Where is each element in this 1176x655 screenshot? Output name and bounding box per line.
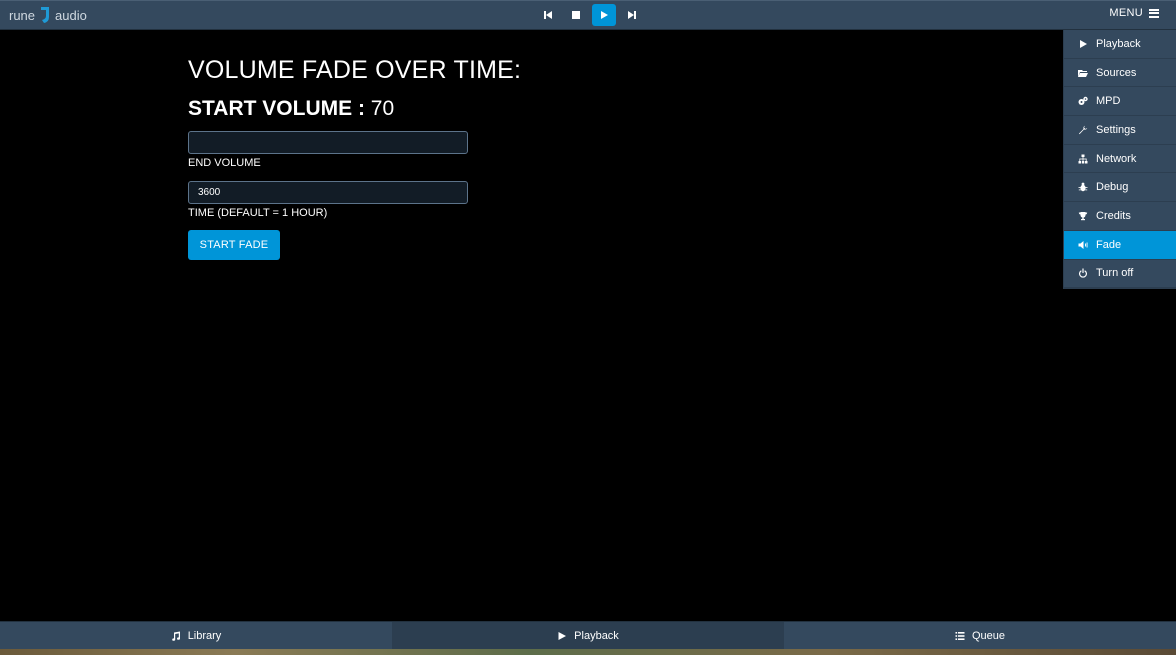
menu-item-label: Fade bbox=[1096, 238, 1122, 251]
list-icon bbox=[955, 631, 965, 640]
power-icon bbox=[1076, 267, 1090, 279]
next-icon bbox=[628, 11, 636, 19]
rune-audio-logo[interactable]: rune audio bbox=[9, 5, 87, 25]
end-volume-label: END VOLUME bbox=[188, 157, 261, 169]
previous-icon bbox=[544, 11, 552, 19]
menu-toggle-button[interactable]: MENU bbox=[1109, 7, 1159, 19]
menu-item-label: Credits bbox=[1096, 209, 1131, 222]
start-volume-heading: START VOLUME : 70 bbox=[188, 97, 688, 123]
volume-icon bbox=[1076, 239, 1090, 251]
logo-text-rune: rune bbox=[9, 7, 36, 23]
music-icon bbox=[171, 631, 180, 641]
previous-button[interactable] bbox=[536, 4, 560, 26]
menu-item-label: Settings bbox=[1096, 123, 1136, 136]
sitemap-icon bbox=[1076, 153, 1090, 165]
menu-item-label: Turn off bbox=[1096, 267, 1134, 280]
menu-item-fade[interactable]: Fade bbox=[1064, 230, 1176, 260]
menu-item-turn-off[interactable]: Turn off bbox=[1064, 260, 1176, 289]
stop-button[interactable] bbox=[564, 4, 588, 26]
trophy-icon bbox=[1076, 210, 1090, 222]
play-button[interactable] bbox=[592, 4, 616, 26]
stop-icon bbox=[572, 11, 580, 19]
menu-item-credits[interactable]: Credits bbox=[1064, 202, 1176, 231]
bug-icon bbox=[1076, 181, 1090, 193]
wrench-icon bbox=[1076, 124, 1090, 136]
logo-text-audio: audio bbox=[55, 7, 87, 23]
transport-controls bbox=[536, 4, 644, 26]
start-volume-value: 70 bbox=[370, 97, 395, 120]
time-input[interactable] bbox=[188, 181, 468, 204]
menu-item-playback[interactable]: Playback bbox=[1064, 30, 1176, 59]
bottom-navbar: Library Playback Queue bbox=[0, 621, 1176, 649]
menu-item-mpd[interactable]: MPD bbox=[1064, 87, 1176, 117]
os-taskbar-strip bbox=[0, 649, 1176, 655]
tab-library-label: Library bbox=[187, 629, 222, 642]
menu-item-settings[interactable]: Settings bbox=[1064, 116, 1176, 145]
cogs-icon bbox=[1076, 95, 1090, 107]
main-menu-dropdown: Playback Sources MPD Settings Network De… bbox=[1063, 30, 1176, 290]
menu-item-label: Network bbox=[1096, 152, 1137, 165]
tab-playback[interactable]: Playback bbox=[392, 622, 784, 649]
play-icon bbox=[1076, 38, 1090, 50]
play-icon bbox=[601, 11, 608, 19]
menu-item-label: Debug bbox=[1096, 181, 1129, 194]
page-title: VOLUME FADE OVER TIME: bbox=[188, 56, 522, 84]
start-fade-button[interactable]: START FADE bbox=[188, 230, 280, 260]
menu-item-debug[interactable]: Debug bbox=[1064, 173, 1176, 203]
tab-queue-label: Queue bbox=[971, 629, 1006, 642]
play-icon bbox=[558, 631, 567, 640]
menu-item-sources[interactable]: Sources bbox=[1064, 59, 1176, 88]
menu-item-network[interactable]: Network bbox=[1064, 145, 1176, 174]
tab-library[interactable]: Library bbox=[0, 622, 392, 649]
menu-item-label: Sources bbox=[1096, 66, 1137, 79]
menu-label: MENU bbox=[1109, 7, 1143, 19]
start-volume-label: START VOLUME : bbox=[188, 97, 365, 120]
rune-logo-icon bbox=[38, 5, 52, 25]
hamburger-icon bbox=[1149, 8, 1159, 18]
time-label: TIME (DEFAULT = 1 HOUR) bbox=[188, 207, 328, 219]
folder-open-icon bbox=[1076, 67, 1090, 79]
menu-item-label: MPD bbox=[1096, 95, 1121, 108]
menu-item-label: Playback bbox=[1096, 37, 1141, 50]
fade-panel: VOLUME FADE OVER TIME: START VOLUME : 70… bbox=[188, 56, 688, 260]
top-navbar: rune audio MENU bbox=[0, 0, 1176, 30]
next-button[interactable] bbox=[620, 4, 644, 26]
tab-queue[interactable]: Queue bbox=[784, 622, 1176, 649]
tab-playback-label: Playback bbox=[574, 629, 619, 642]
end-volume-input[interactable] bbox=[188, 131, 468, 154]
